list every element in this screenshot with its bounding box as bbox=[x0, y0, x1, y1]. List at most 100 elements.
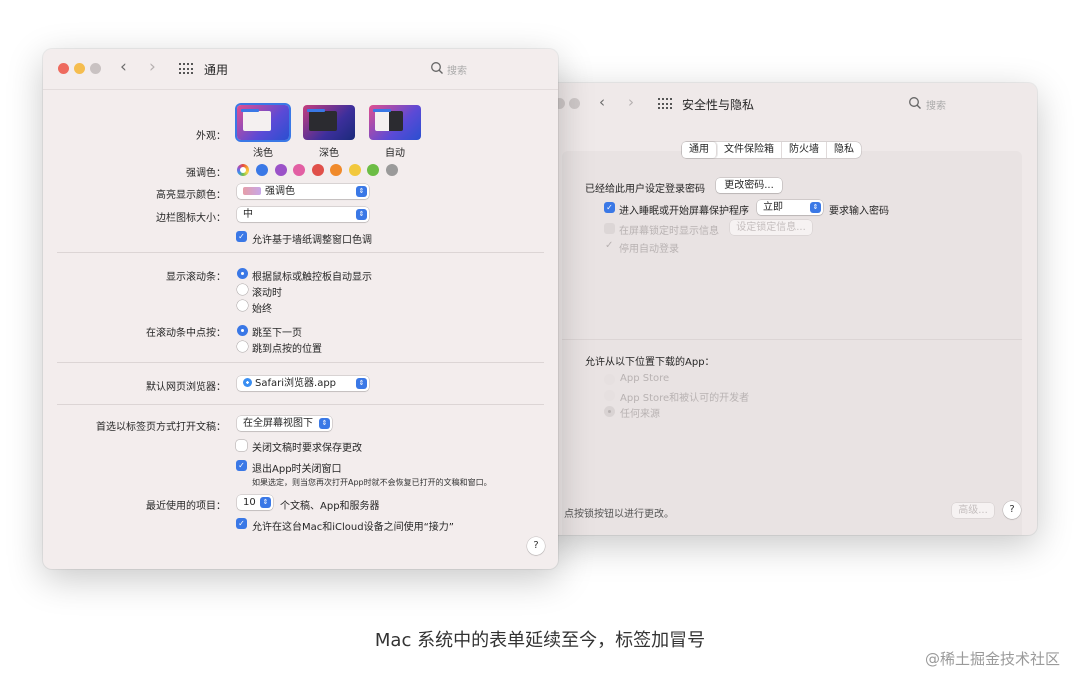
safari-icon bbox=[243, 378, 252, 387]
zoom-button[interactable] bbox=[90, 63, 101, 74]
appearance-light-label: 浅色 bbox=[253, 148, 273, 159]
set-lock-message-button[interactable]: 设定锁定信息... bbox=[730, 220, 812, 235]
handoff-label: 允许在这台Mac和iCloud设备之间使用“接力” bbox=[252, 522, 454, 533]
prefer-tabs-label: 首选以标签页方式打开文稿： bbox=[96, 422, 226, 433]
search-input[interactable]: 搜索 bbox=[447, 62, 467, 77]
tab-filevault[interactable]: 文件保险箱 bbox=[717, 142, 782, 158]
search-input[interactable]: 搜索 bbox=[926, 97, 946, 112]
general-window: ‹ › 通用 搜索 外观： 浅色 深色 自动 强调色： 高亮显示颜色： 强调色 … bbox=[43, 49, 558, 569]
source-anywhere-radio[interactable] bbox=[604, 406, 615, 417]
chevron-updown-icon: ⇕ bbox=[260, 497, 271, 508]
divider bbox=[57, 252, 544, 253]
chevron-updown-icon: ⇕ bbox=[810, 202, 821, 213]
click-next-page-label: 跳至下一页 bbox=[252, 328, 302, 339]
click-scrollbar-label: 在滚动条中点按： bbox=[146, 328, 226, 339]
change-password-button[interactable]: 更改密码... bbox=[716, 178, 782, 193]
window-title: 安全性与隐私 bbox=[682, 98, 755, 112]
ask-keep-changes-label: 关闭文稿时要求保存更改 bbox=[252, 443, 362, 454]
require-password-checkbox[interactable]: ✓ bbox=[604, 202, 615, 213]
accent-multicolor-swatch[interactable] bbox=[237, 164, 249, 176]
require-password-delay-select[interactable]: 立即 ⇕ bbox=[757, 200, 823, 215]
chevron-updown-icon: ⇕ bbox=[356, 378, 367, 389]
prefer-tabs-value: 在全屏幕视图下 bbox=[243, 418, 313, 429]
accent-swatch[interactable] bbox=[256, 164, 268, 176]
default-browser-select[interactable]: Safari浏览器.app ⇕ bbox=[237, 376, 369, 391]
tab-firewall[interactable]: 防火墙 bbox=[782, 142, 827, 158]
minimize-button[interactable] bbox=[74, 63, 85, 74]
ask-keep-changes-checkbox[interactable] bbox=[236, 440, 247, 451]
divider bbox=[57, 404, 544, 405]
highlight-value: 强调色 bbox=[265, 186, 295, 197]
titlebar: ‹ › 安全性与隐私 搜索 bbox=[540, 83, 1037, 123]
appearance-dark-thumb[interactable] bbox=[303, 105, 355, 140]
appearance-light-thumb[interactable] bbox=[237, 105, 289, 140]
disable-autologin-check-icon[interactable]: ✓ bbox=[605, 240, 613, 251]
appearance-auto-thumb[interactable] bbox=[369, 105, 421, 140]
scrollbars-always-radio[interactable] bbox=[237, 300, 248, 311]
chevron-updown-icon: ⇕ bbox=[319, 418, 330, 429]
default-browser-label: 默认网页浏览器： bbox=[146, 382, 226, 393]
close-windows-checkbox[interactable]: ✓ bbox=[236, 460, 247, 471]
highlight-label: 高亮显示颜色： bbox=[156, 190, 226, 201]
login-password-label: 已经给此用户设定登录密码 bbox=[585, 184, 705, 195]
source-identified-label: App Store和被认可的开发者 bbox=[620, 393, 750, 404]
accent-swatch[interactable] bbox=[348, 164, 361, 176]
show-message-label: 在屏幕锁定时显示信息 bbox=[619, 226, 719, 237]
divider bbox=[562, 339, 1022, 340]
search-icon[interactable] bbox=[908, 96, 922, 110]
click-next-page-radio[interactable] bbox=[237, 325, 248, 336]
watermark: @稀土掘金技术社区 bbox=[924, 650, 1060, 668]
show-all-grid-icon[interactable] bbox=[658, 98, 672, 110]
recent-items-suffix: 个文稿、App和服务器 bbox=[280, 501, 380, 512]
require-password-delay-value: 立即 bbox=[763, 202, 783, 213]
minimize-button[interactable] bbox=[569, 98, 580, 109]
accent-swatch[interactable] bbox=[385, 164, 398, 176]
close-button[interactable] bbox=[58, 63, 69, 74]
wallpaper-tint-checkbox[interactable]: ✓ bbox=[236, 231, 247, 242]
titlebar-divider bbox=[43, 89, 558, 90]
scrollbars-auto-label: 根据鼠标或触控板自动显示 bbox=[252, 272, 372, 283]
recent-items-select[interactable]: 10 ⇕ bbox=[237, 495, 273, 510]
sidebar-icon-size-select[interactable]: 中 ⇕ bbox=[237, 207, 369, 222]
source-identified-radio[interactable] bbox=[604, 390, 615, 401]
show-all-grid-icon[interactable] bbox=[179, 63, 193, 75]
help-button[interactable]: ? bbox=[1003, 501, 1021, 519]
click-spot-radio[interactable] bbox=[237, 341, 248, 352]
scrollbars-scrolling-radio[interactable] bbox=[237, 284, 248, 295]
tab-privacy[interactable]: 隐私 bbox=[827, 142, 861, 158]
divider bbox=[57, 362, 544, 363]
accent-swatch[interactable] bbox=[330, 164, 342, 176]
recent-items-label: 最近使用的项目： bbox=[146, 501, 226, 512]
default-browser-value: Safari浏览器.app bbox=[255, 378, 337, 389]
search-icon[interactable] bbox=[430, 61, 444, 75]
accent-swatch[interactable] bbox=[311, 164, 324, 176]
sidebar-icon-size-value: 中 bbox=[243, 209, 253, 220]
help-button[interactable]: ? bbox=[527, 537, 545, 555]
titlebar: ‹ › 通用 搜索 bbox=[43, 49, 558, 89]
appearance-label: 外观： bbox=[196, 131, 226, 142]
source-anywhere-label: 任何来源 bbox=[620, 409, 660, 420]
accent-swatch[interactable] bbox=[367, 164, 379, 176]
tab-bar: 通用 文件保险箱 防火墙 隐私 bbox=[682, 142, 861, 158]
scrollbars-scrolling-label: 滚动时 bbox=[252, 288, 282, 299]
advanced-button[interactable]: 高级... bbox=[952, 503, 994, 518]
tab-general[interactable]: 通用 bbox=[682, 142, 717, 158]
back-arrow-icon[interactable]: ‹ bbox=[120, 57, 127, 77]
handoff-checkbox[interactable]: ✓ bbox=[236, 518, 247, 529]
forward-arrow-icon[interactable]: › bbox=[628, 93, 634, 111]
lock-hint: 点按锁按钮以进行更改。 bbox=[564, 509, 674, 520]
source-app-store-radio[interactable] bbox=[604, 374, 615, 385]
accent-label: 强调色： bbox=[186, 168, 226, 179]
appearance-auto-label: 自动 bbox=[385, 148, 405, 159]
accent-swatch[interactable] bbox=[293, 164, 305, 176]
wallpaper-tint-label: 允许基于墙纸调整窗口色调 bbox=[252, 235, 372, 246]
scrollbars-auto-radio[interactable] bbox=[237, 268, 248, 279]
back-arrow-icon[interactable]: ‹ bbox=[599, 93, 605, 111]
accent-swatch[interactable] bbox=[274, 164, 287, 176]
recent-items-value: 10 bbox=[243, 497, 256, 508]
highlight-select[interactable]: 强调色 ⇕ bbox=[237, 184, 369, 199]
show-message-checkbox[interactable] bbox=[604, 223, 615, 234]
prefer-tabs-select[interactable]: 在全屏幕视图下 ⇕ bbox=[237, 416, 332, 431]
forward-arrow-icon[interactable]: › bbox=[149, 57, 156, 77]
scrollbars-always-label: 始终 bbox=[252, 304, 272, 315]
